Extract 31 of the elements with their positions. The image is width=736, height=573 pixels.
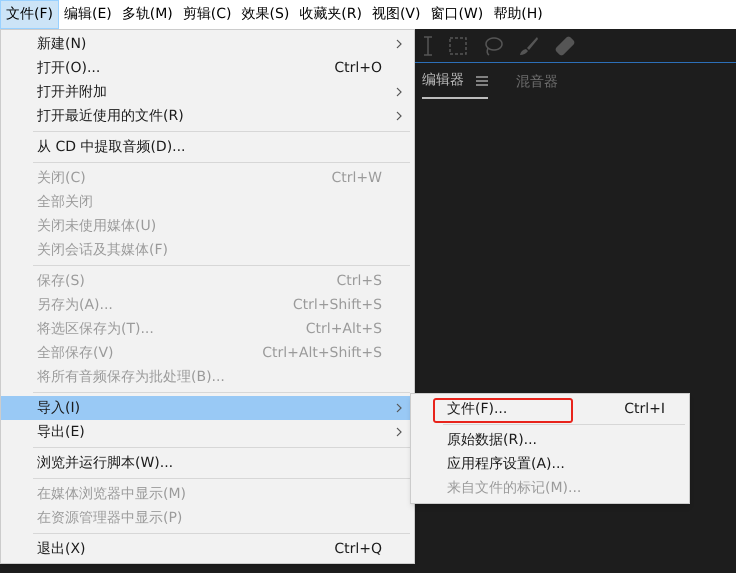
chevron-right-icon [396,39,402,49]
text-cursor-icon [423,36,433,56]
menu-item[interactable]: 应用程序设置(A)... [447,454,665,474]
chevron-right-icon [396,111,402,121]
menu-bar-item[interactable]: 多轨(M) [116,0,178,29]
chevron-right-icon [396,87,402,97]
menu-item[interactable]: 新建(N) [1,32,414,56]
menu-item[interactable]: 从 CD 中提取音频(D)... [1,135,414,159]
menu-item[interactable]: 文件(F)... Ctrl+I [447,398,665,420]
menu-bar-item[interactable]: 窗口(W) [425,0,488,29]
menu-item[interactable]: 浏览并运行脚本(W)... [1,451,414,475]
menu-item[interactable]: 退出(X) Ctrl+Q [1,537,414,561]
chevron-right-icon [396,403,402,413]
menu-bar-item[interactable]: 文件(F) [0,0,59,29]
lasso-icon [483,36,503,56]
menu-icon[interactable] [476,76,488,86]
menu-bar-item[interactable]: 编辑(E) [58,0,117,29]
panel-tab[interactable]: 编辑器 [422,70,488,99]
menu-item[interactable]: 打开(O)... Ctrl+O [1,56,414,80]
menu-bar-item[interactable]: 剪辑(C) [178,0,236,29]
menu-bar-item[interactable]: 视图(V) [366,0,426,29]
menu-bar-item[interactable]: 效果(S) [236,0,294,29]
menu-item[interactable]: 打开并附加 [1,80,414,104]
menu-bar-item[interactable]: 收藏夹(R) [294,0,367,29]
menu-item[interactable]: 打开最近使用的文件(R) [1,104,414,128]
menu-bar-item[interactable]: 帮助(H) [488,0,548,29]
menu-item[interactable]: 导出(E) [1,420,414,444]
marquee-icon [449,36,467,54]
brush-icon [519,36,539,56]
chevron-right-icon [396,427,402,437]
menu-item[interactable]: 原始数据(R)... [447,430,665,450]
